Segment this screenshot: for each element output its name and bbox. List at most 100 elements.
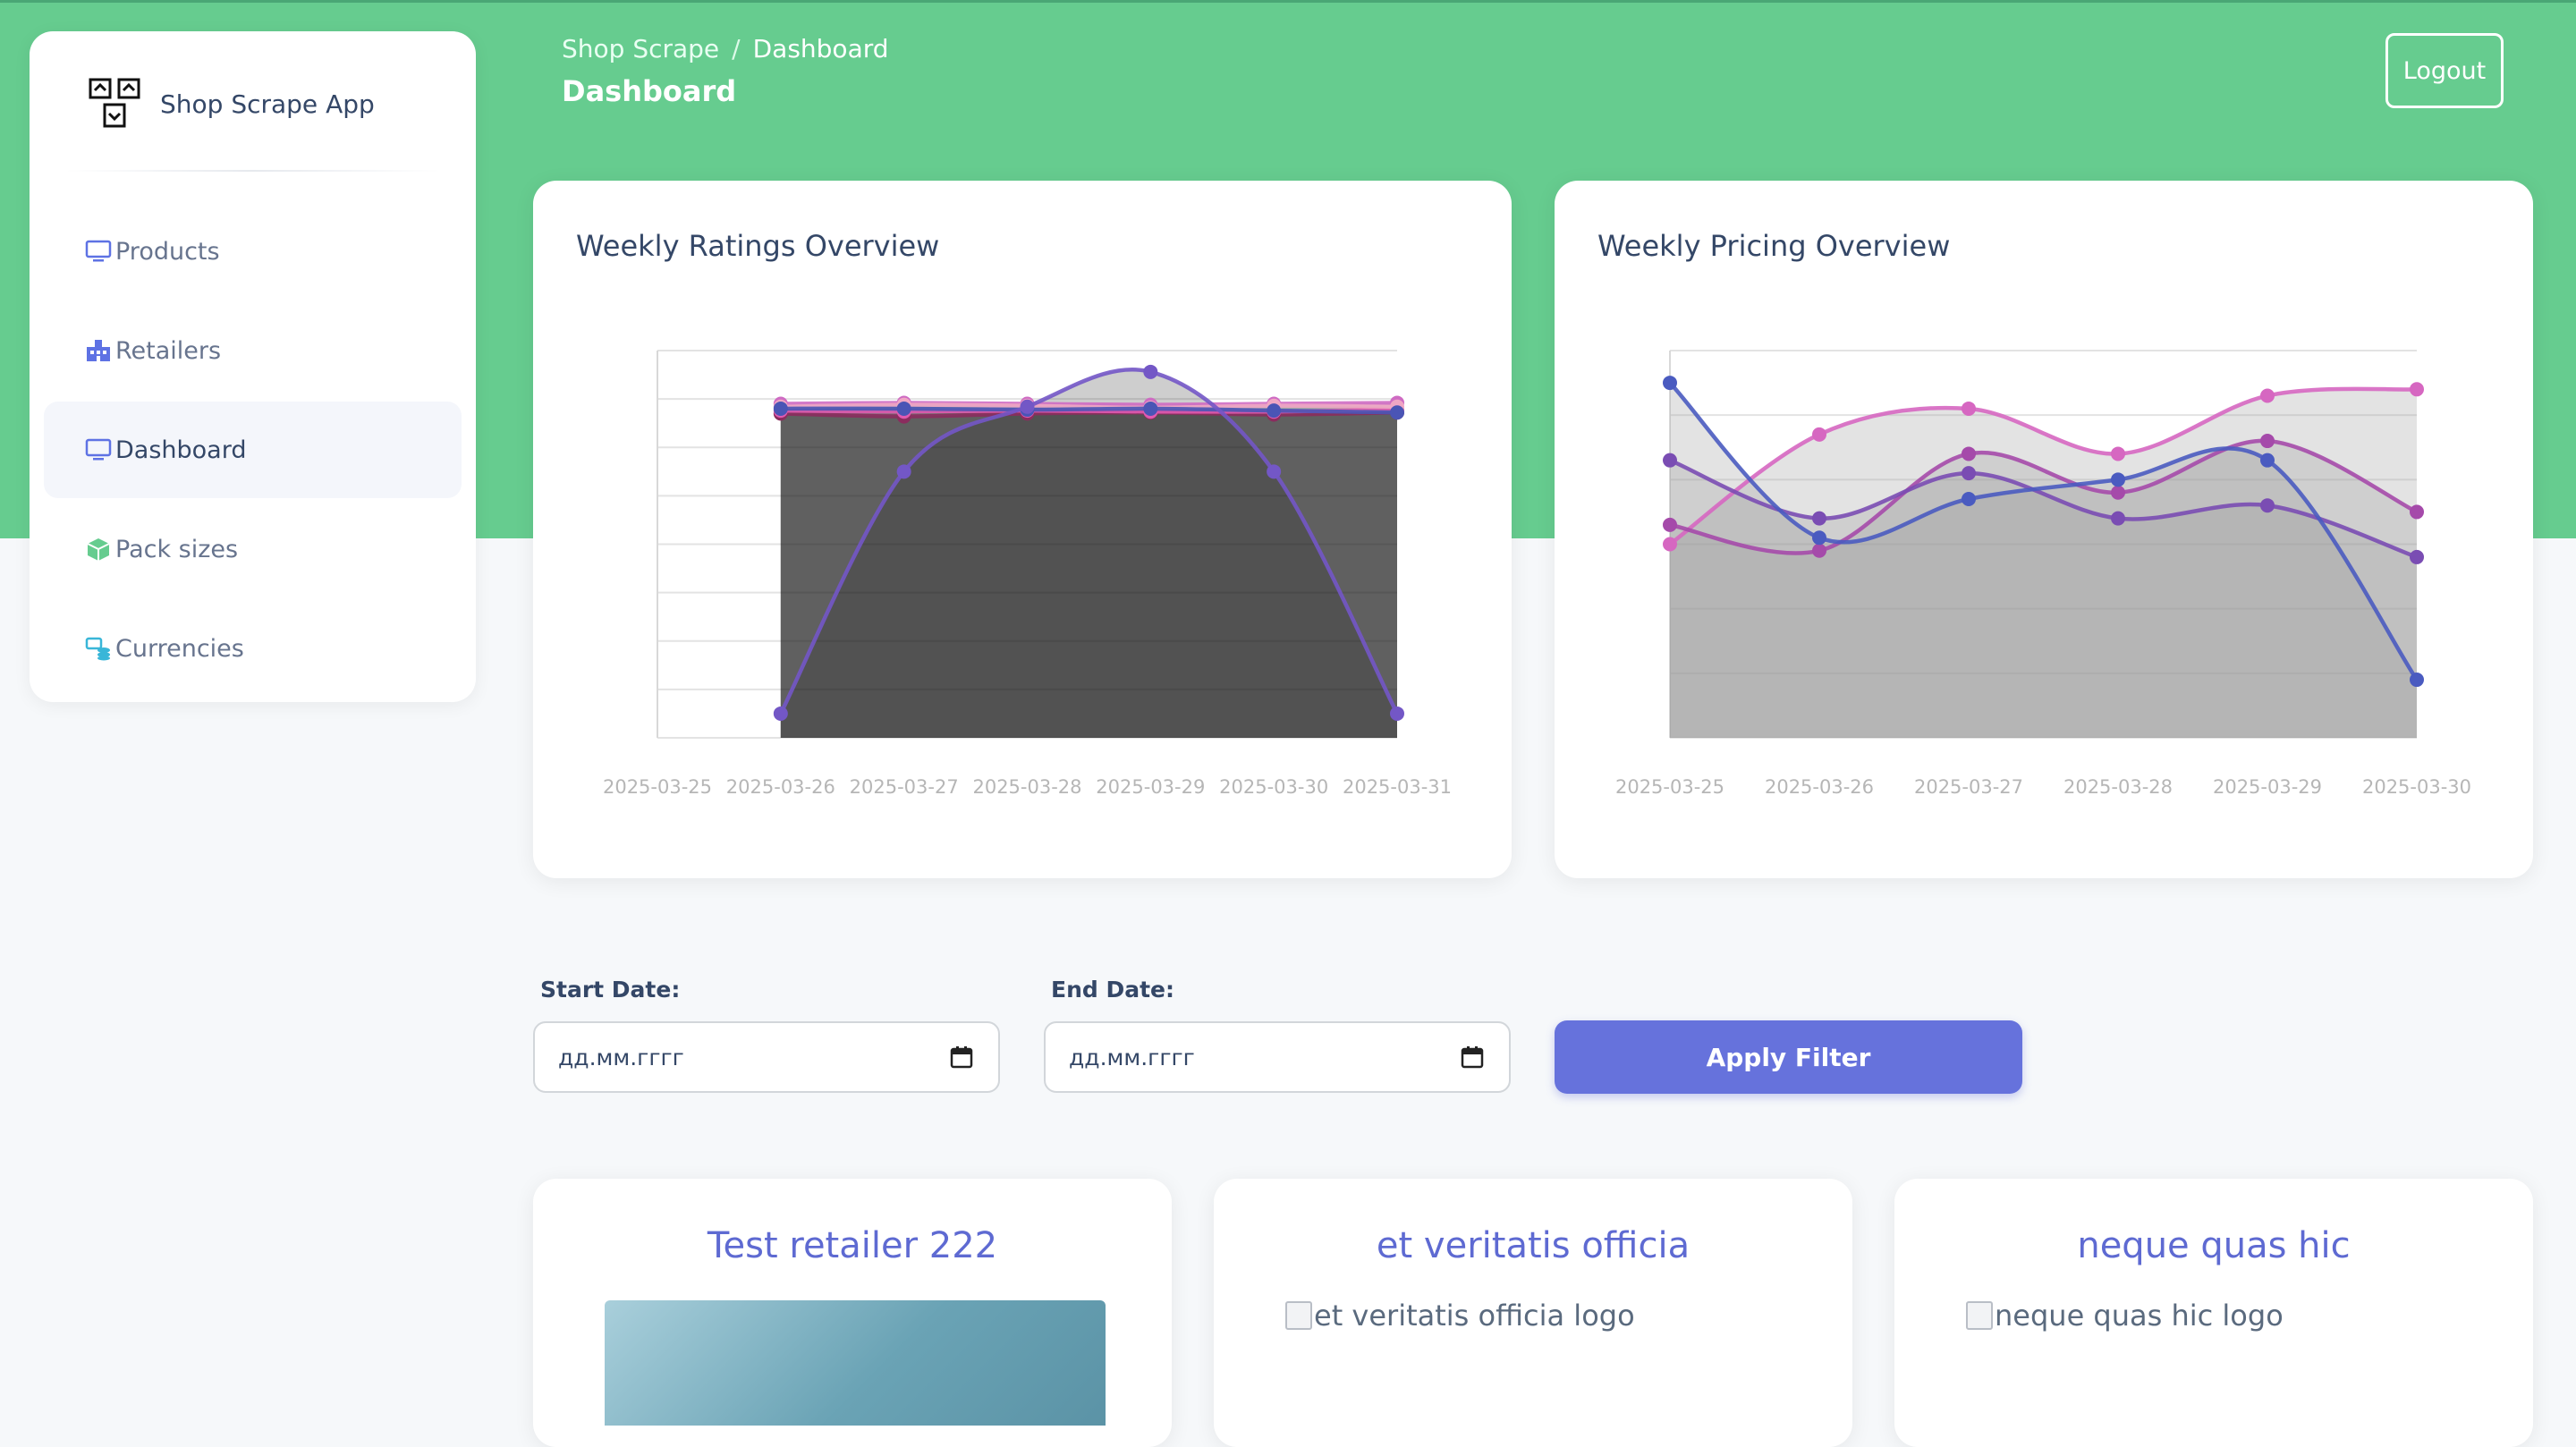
sidebar-item-label: Pack sizes [115, 535, 239, 563]
x-tick-label: 2025-03-26 [1765, 776, 1874, 798]
data-point [2111, 446, 2125, 461]
coins-icon [85, 635, 112, 662]
retailer-logo-image [605, 1300, 1106, 1426]
apply-filter-button[interactable]: Apply Filter [1555, 1020, 2022, 1094]
x-tick-label: 2025-03-26 [726, 776, 835, 798]
sidebar-item-pack-sizes[interactable]: Pack sizes [44, 501, 462, 597]
data-point [1812, 511, 1826, 526]
data-point [1020, 399, 1035, 414]
sidebar-item-label: Retailers [115, 336, 222, 365]
retailer-logo-broken-image: neque quas hic logo [1966, 1299, 2284, 1333]
x-tick-label: 2025-03-25 [603, 776, 712, 798]
breadcrumb-separator: / [732, 34, 741, 63]
ratings-chart[interactable]: 2025-03-25 2025-03-26 2025-03-27 2025-03-28… [533, 181, 1512, 878]
x-tick-label: 2025-03-28 [972, 776, 1081, 798]
sidebar-item-retailers[interactable]: Retailers [44, 302, 462, 399]
x-tick-label: 2025-03-31 [1343, 776, 1452, 798]
data-point [1812, 427, 1826, 442]
x-tick-label: 2025-03-30 [2362, 776, 2471, 798]
data-point [1267, 403, 1282, 419]
sidebar-item-dashboard[interactable]: Dashboard [44, 402, 462, 498]
x-tick-label: 2025-03-27 [850, 776, 959, 798]
sidebar-nav: Products Retailers Dashboard Pack sizes … [44, 203, 462, 699]
data-point [2111, 472, 2125, 487]
retailer-card[interactable]: Test retailer 222 [533, 1179, 1172, 1447]
sidebar-item-label: Products [115, 237, 220, 266]
data-point [1812, 530, 1826, 546]
data-point [773, 401, 788, 416]
data-point [1143, 364, 1158, 379]
data-point [1390, 706, 1404, 721]
retailer-logo-alt: neque quas hic logo [1995, 1299, 2284, 1333]
data-point [2111, 511, 2125, 526]
x-tick-label: 2025-03-25 [1615, 776, 1724, 798]
pricing-chart[interactable]: 2025-03-25 2025-03-26 2025-03-27 2025-03-28… [1555, 181, 2533, 878]
breadcrumb: Shop Scrape / Dashboard [562, 34, 889, 63]
ratings-chart-card: Weekly Ratings Overview 2025-03-25 2025-0… [533, 181, 1512, 878]
data-point [1663, 537, 1677, 552]
data-point [1962, 466, 1976, 481]
data-point [2260, 453, 2275, 468]
pricing-chart-card: Weekly Pricing Overview 2025-03-25 2025-0… [1555, 181, 2533, 878]
end-date-label: End Date: [1051, 977, 1175, 1003]
monitor-icon [85, 436, 112, 463]
data-point [896, 464, 911, 479]
start-date-input[interactable]: дд.мм.гггг [533, 1021, 1000, 1093]
data-point [773, 706, 788, 721]
data-point [1962, 446, 1976, 461]
start-date-value: дд.мм.гггг [558, 1044, 684, 1070]
data-point [1962, 401, 1976, 416]
data-point [1143, 401, 1158, 416]
broken-image-icon [1966, 1301, 1993, 1330]
end-date-input[interactable]: дд.мм.гггг [1044, 1021, 1511, 1093]
sidebar-item-label: Dashboard [115, 436, 247, 464]
data-point [2410, 673, 2424, 688]
data-point [1390, 405, 1404, 420]
retailer-card[interactable]: neque quas hic neque quas hic logo [1894, 1179, 2533, 1447]
building-icon [85, 337, 112, 364]
broken-image-icon [1285, 1301, 1312, 1330]
x-tick-label: 2025-03-29 [2213, 776, 2322, 798]
page-title: Dashboard [562, 74, 737, 108]
brand[interactable]: Shop Scrape App [87, 76, 375, 131]
data-point [2111, 485, 2125, 500]
data-point [2260, 498, 2275, 513]
data-point [1962, 491, 1976, 506]
sidebar-item-products[interactable]: Products [44, 203, 462, 300]
breadcrumb-current: Dashboard [752, 34, 889, 63]
data-point [2410, 382, 2424, 397]
app-logo-icon [89, 78, 140, 128]
sidebar: Shop Scrape App Products Retailers Dashb… [30, 31, 476, 702]
monitor-icon [85, 238, 112, 265]
data-point [1663, 517, 1677, 532]
retailer-logo-broken-image: et veritatis officia logo [1285, 1299, 1635, 1333]
box-icon [85, 536, 112, 563]
data-point [2410, 549, 2424, 564]
retailer-logo-alt: et veritatis officia logo [1314, 1299, 1635, 1333]
data-point [2260, 434, 2275, 449]
data-point [2260, 388, 2275, 403]
retailer-name[interactable]: Test retailer 222 [533, 1225, 1172, 1266]
data-point [1812, 543, 1826, 558]
sidebar-item-label: Currencies [115, 634, 244, 663]
data-point [1663, 376, 1677, 391]
breadcrumb-root[interactable]: Shop Scrape [562, 34, 719, 63]
retailer-card[interactable]: et veritatis officia et veritatis offici… [1214, 1179, 1852, 1447]
app-name: Shop Scrape App [160, 89, 375, 119]
x-tick-label: 2025-03-28 [2063, 776, 2173, 798]
retailer-name[interactable]: et veritatis officia [1214, 1225, 1852, 1266]
sidebar-divider [65, 170, 440, 172]
x-tick-label: 2025-03-29 [1096, 776, 1205, 798]
calendar-icon[interactable] [1461, 1045, 1484, 1069]
end-date-value: дд.мм.гггг [1069, 1044, 1195, 1070]
start-date-label: Start Date: [540, 977, 681, 1003]
x-tick-label: 2025-03-30 [1219, 776, 1328, 798]
retailer-name[interactable]: neque quas hic [1894, 1225, 2533, 1266]
data-point [1267, 464, 1282, 479]
data-point [896, 401, 911, 416]
data-point [1663, 453, 1677, 468]
sidebar-item-currencies[interactable]: Currencies [44, 600, 462, 697]
logout-button[interactable]: Logout [2385, 33, 2504, 108]
calendar-icon[interactable] [950, 1045, 973, 1069]
x-tick-label: 2025-03-27 [1914, 776, 2023, 798]
